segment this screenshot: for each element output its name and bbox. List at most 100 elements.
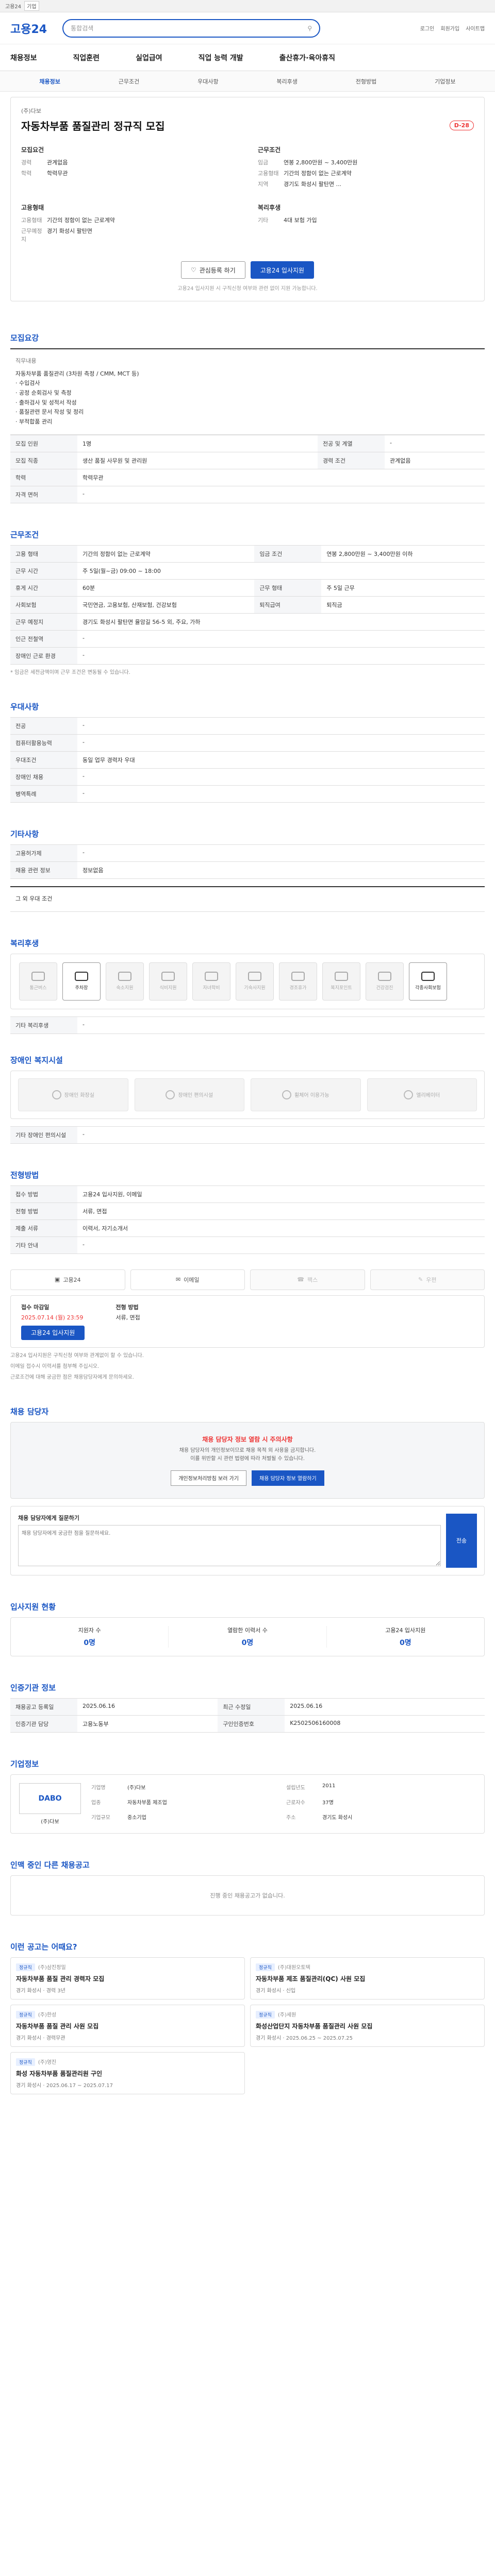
send-button[interactable]: 전송 [446,1513,477,1568]
th: 최근 수정일 [218,1698,285,1715]
tab-company[interactable]: 기업정보 [406,77,485,86]
job-company: (주)삼진정밀 [38,1964,66,1971]
gnb-item-leave[interactable]: 출산휴가·육아휴직 [279,53,335,63]
tab-recruit[interactable]: 채용정보 [10,77,89,86]
job-summary: (주)다보 자동차부품 품질관리 정규직 모집 D-28 모집요건 경력 관계없음 … [10,97,485,301]
table-row: 장애인 채용 - [10,768,485,786]
gnb-item-skill[interactable]: 직업 능력 개발 [199,53,243,63]
welfare-label: 숙소지원 [116,986,134,991]
table-row: 제출 서류 이력서, 자기소개서 [10,1219,485,1236]
welfare-label: 자녀학비 [203,986,220,991]
job-title: 자동차부품 품질관리 정규직 모집 D-28 [21,118,474,133]
search-input[interactable]: 통합검색 ⚲ [62,19,321,38]
kv-key: 근무예정지 [21,228,42,243]
job-card-title: 자동차부품 품질 관리 사원 모집 [16,2022,99,2030]
gnb-item-unemployment[interactable]: 실업급여 [136,53,162,63]
gnb-item-training[interactable]: 직업훈련 [73,53,100,63]
apply-method-online[interactable]: ▣ 고용24 [10,1269,125,1290]
td: 고용24 입사지원, 이메일 [77,1185,485,1202]
tab-process[interactable]: 전형방법 [326,77,405,86]
tab-work[interactable]: 근무조건 [89,77,168,86]
job-card[interactable]: 정규직 (주)한성 자동차부품 품질 관리 사원 모집 경기 화성시 · 경력무관 [10,2004,245,2047]
view-manager-button[interactable]: 채용 담당자 정보 열람하기 [252,1470,324,1486]
table-row: 기타 복리후생 - [10,1016,485,1034]
summary-row: 고용형태 기간의 정함이 없는 근로계약 [258,169,474,177]
logo[interactable]: 고용24 [10,20,47,37]
section-title: 입사지원 현황 [10,1602,56,1612]
section-title: 복리후생 [10,938,39,948]
footer-space [0,2094,495,2125]
job-meta: 경기 화성시 · 경력 3년 [16,1988,65,1994]
section-recruit: 모집요강 직무내용 자동차부품 품질관리 (3차원 측정 / CMM, MCT … [10,307,485,503]
gnb-item-jobs[interactable]: 채용정보 [10,53,37,63]
kv-key: 경력 [21,159,32,166]
td: 주 5일(월~금) 09:00 ~ 18:00 [77,562,485,580]
search-icon[interactable]: ⚲ [307,25,312,32]
company-name[interactable]: (주)다보 [21,107,474,115]
privacy-button[interactable]: 개인정보처리방침 보러 가기 [171,1470,246,1486]
th: 기타 복리후생 [10,1016,77,1034]
period-apply-button[interactable]: 고용24 입사지원 [21,1325,85,1340]
period-label: 접수 마감일 [21,1303,50,1311]
stat-label: 열람한 이력서 수 [227,1626,268,1634]
job-card[interactable]: 정규직 (주)대원오토텍 자동차부품 제조 품질관리(QC) 사원 모집 경기 화성시… [250,1957,485,1999]
job-card[interactable]: 정규직 (주)영진 화성 자동차부품 품질관리원 구인 경기 화성시 · 2025.0… [10,2052,245,2094]
period-value: 서류, 면접 [116,1314,140,1321]
welfare-label: 경조휴가 [289,986,307,991]
question-title: 채용 담당자에게 질문하기 [18,1514,79,1521]
th: 고용 형태 [10,545,77,563]
th: 근무 시간 [10,562,77,580]
header: 고용24 통합검색 ⚲ 로그인 회원가입 사이트맵 [0,12,495,44]
insurance-icon [421,972,435,981]
section-title: 기업정보 [10,1759,39,1769]
td: - [385,434,485,452]
facility-card: 휠체어 이용가능 [251,1078,361,1111]
stat-value: 0명 [84,1638,95,1647]
job-meta: 경기 화성시 · 신입 [256,1988,296,1994]
kv-value: 기간의 정함이 없는 근로계약 [47,217,115,224]
scrap-button[interactable]: ♡ 관심등록 하기 [180,261,245,279]
login-link[interactable]: 로그인 [420,24,435,32]
td: 관계없음 [385,451,485,469]
scrap-label: 관심등록 하기 [199,266,236,274]
manager-warning: 채용 담당자 정보 열람 시 주의사항 [202,1435,293,1443]
table-row: 컴퓨터활용능력 - [10,734,485,752]
kv-key: 기타 [258,217,269,224]
table-row: 전공 - [10,717,485,735]
summary-row: 지역 경기도 화성시 팔탄면 ... [258,180,474,188]
question-input[interactable] [18,1524,441,1566]
site-select[interactable]: 기업 [24,1,39,11]
tab-prefer[interactable]: 우대사항 [169,77,248,86]
th: 자격 면허 [10,485,77,503]
apply-method-email[interactable]: ✉ 이메일 [130,1269,245,1290]
td: 학력무관 [77,468,485,486]
section-title: 장애인 복지시설 [10,1055,63,1065]
th: 근무 예정지 [10,613,77,631]
kv-key: 고용형태 [258,170,279,177]
tab-welfare[interactable]: 복리후생 [248,77,326,86]
section-prefer: 우대사항 전공 - 컴퓨터활용능력 - 우대조건 동일 업무 경력자 우대 장애인 채… [10,675,485,803]
section-info: 인증기관 정보 채용공고 등록일 2025.06.16 최근 수정일 2025.06.… [10,1656,485,1733]
sitemap-link[interactable]: 사이트맵 [466,24,485,32]
job-card[interactable]: 정규직 (주)세원 화성산업단지 자동차부품 품질관리 사원 모집 경기 화성시 · … [250,2004,485,2047]
summary-left-2: 고용형태 고용형태 기간의 정함이 없는 근로계약 근무예정지 경기 화성시 팔탄면 [21,203,237,246]
facility-card: 엘리베이터 [367,1078,477,1111]
td: - [77,844,485,862]
apply-button[interactable]: 고용24 입사지원 [250,261,315,279]
heart-icon: ♡ [190,266,196,274]
summary-right-2: 복리후생 기타 4대 보험 가입 [258,203,474,246]
info-value: 37명 [322,1800,334,1806]
table-row: 장애인 근로 환경 - [10,647,485,665]
td: 60분 [77,579,255,597]
summary-row: 기타 4대 보험 가입 [258,216,474,224]
td: 2025.06.16 [285,1698,485,1715]
stats-row: 지원자 수 0명 열람한 이력서 수 0명 고용24 입사지원 0명 [10,1617,485,1656]
section-title: 채용 담당자 [10,1406,49,1416]
summary-row: 고용형태 기간의 정함이 없는 근로계약 [21,216,237,224]
table-row: 휴게 시간 60분 근무 형태 주 5일 근무 [10,579,485,597]
stat-value: 0명 [400,1638,411,1647]
job-card[interactable]: 정규직 (주)삼진정밀 자동차부품 품질 관리 경력자 모집 경기 화성시 · 경력 … [10,1957,245,1999]
signup-link[interactable]: 회원가입 [440,24,459,32]
process-note: 고용24 입사지원은 구직신청 여부와 관계없이 할 수 있습니다. [10,1352,144,1359]
td: K2502506160008 [285,1715,485,1733]
